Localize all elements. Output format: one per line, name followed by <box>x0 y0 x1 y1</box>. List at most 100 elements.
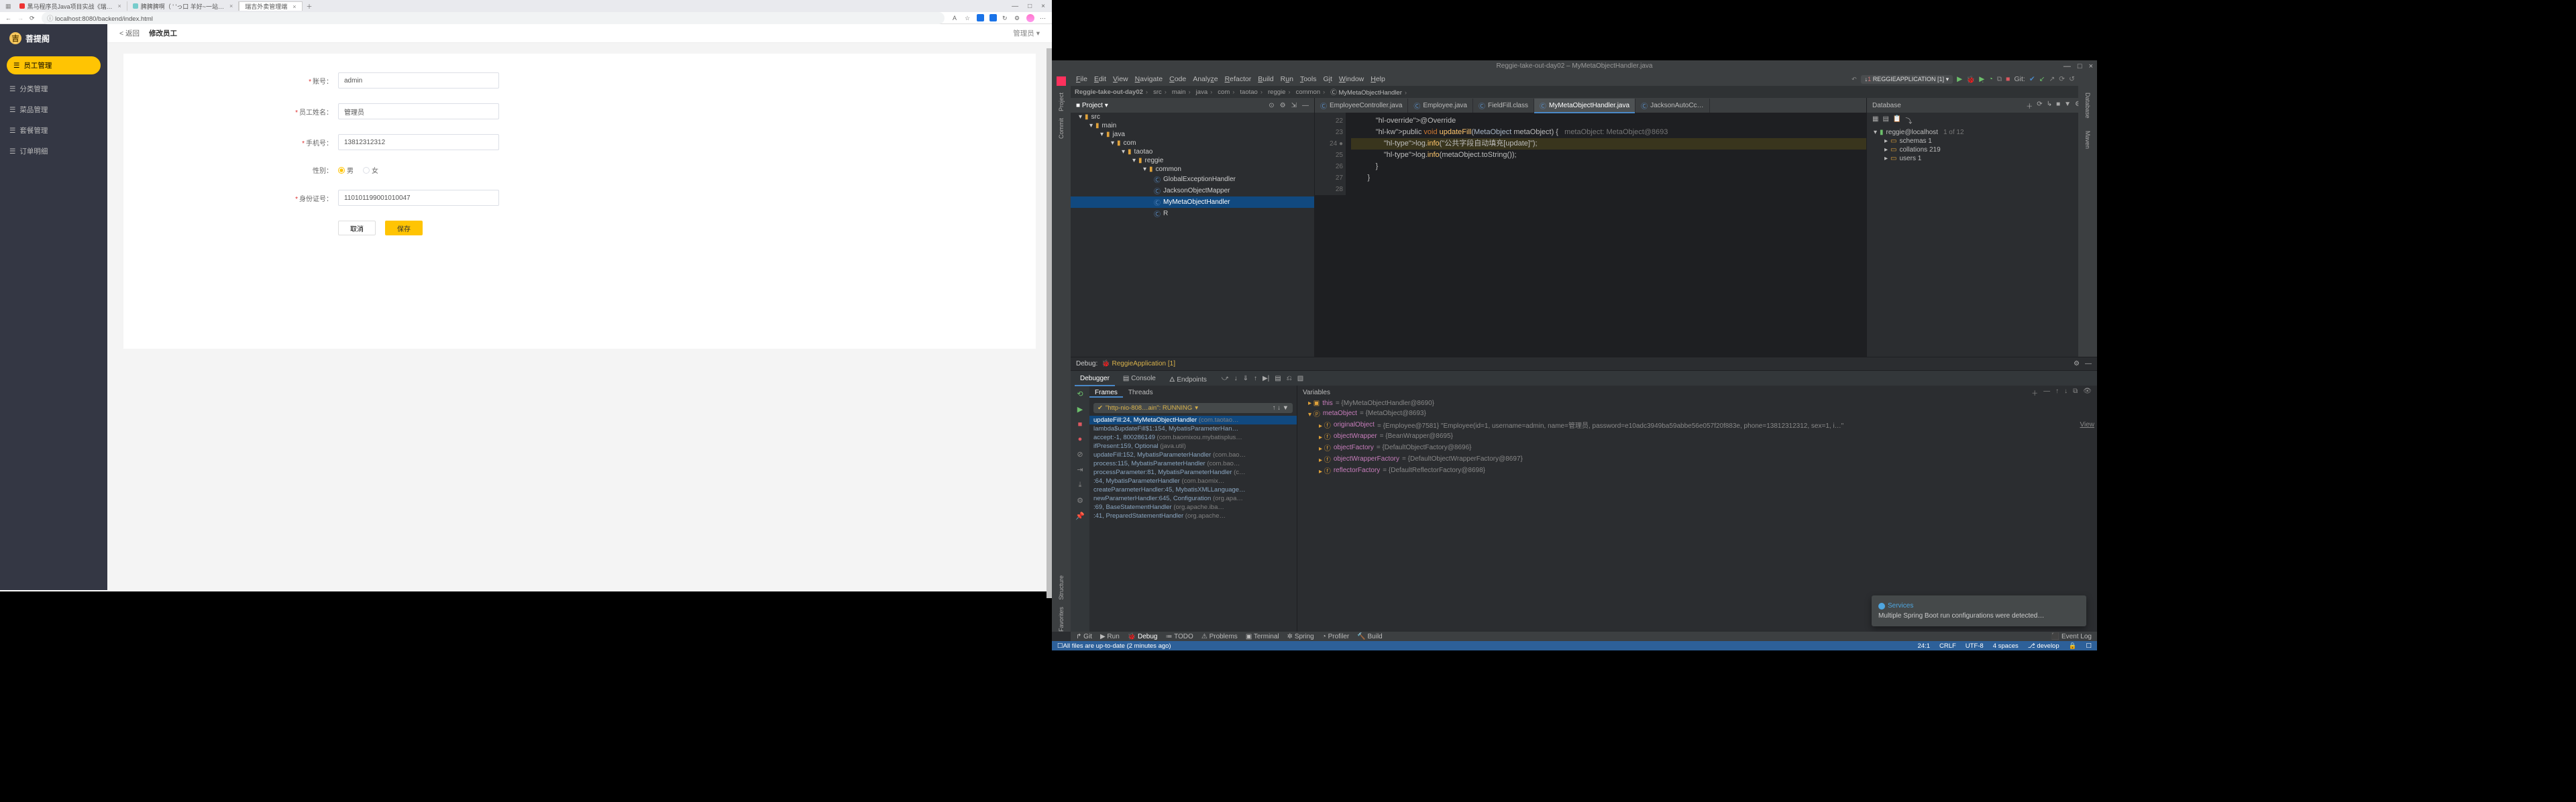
db-filter-icon[interactable]: ▼ <box>2064 101 2071 111</box>
bt-debug[interactable]: 🐞 Debug <box>1128 633 1158 640</box>
variable-row[interactable]: ▸ ⓕ originalObject = {Employee@7581} "Em… <box>1297 419 2097 431</box>
down-icon[interactable]: ↓ <box>2064 388 2068 398</box>
db-refresh-icon[interactable]: ⟳ <box>2037 101 2042 111</box>
bt-run[interactable]: ▶ Run <box>1100 633 1120 640</box>
menu-edit[interactable]: Edit <box>1094 75 1106 83</box>
status-lock[interactable]: 🔒 <box>2069 642 2077 650</box>
status-caret[interactable]: 24:1 <box>1917 642 1930 650</box>
crumb-root[interactable]: Reggie-take-out-day02 <box>1075 89 1150 96</box>
tree-node[interactable]: Ⓒ GlobalExceptionHandler <box>1071 174 1314 185</box>
menu-icon[interactable]: ⋯ <box>1040 15 1046 21</box>
step-over-icon[interactable]: ⤻ <box>1222 375 1229 382</box>
frame-row[interactable]: updateFill:152, MybatisParameterHandler … <box>1089 451 1297 459</box>
ext-1-icon[interactable] <box>977 14 984 21</box>
project-tree[interactable]: ■ Project ▾ ⊙ ⚙ ⇲ — ▾ ▮ src▾ ▮ main▾ ▮ j… <box>1071 98 1315 357</box>
remove-watch-icon[interactable]: — <box>2043 388 2050 398</box>
close-window-icon[interactable]: × <box>1041 3 1045 10</box>
debug-icon[interactable]: 🐞 <box>1966 75 1975 84</box>
frame-row[interactable]: processParameter:81, MybatisParameterHan… <box>1089 468 1297 477</box>
db-schemas[interactable]: ▸ ▭ schemas 1 <box>1872 137 2092 146</box>
stop-icon[interactable]: ■ <box>1078 420 1083 428</box>
variable-row[interactable]: ▸ ▣ this = {MyMetaObjectHandler@8690} <box>1297 399 2097 408</box>
reload-icon[interactable]: ⟳ <box>30 15 36 21</box>
menu-build[interactable]: Build <box>1258 75 1273 83</box>
settings-icon[interactable]: ⚙ <box>1014 15 1021 21</box>
menu-window[interactable]: Window <box>1339 75 1364 83</box>
vcs-push-icon[interactable]: ↙ <box>2039 75 2045 83</box>
forward-icon[interactable]: → <box>17 15 24 21</box>
frame-row[interactable]: :69, BaseStatementHandler (org.apache.ib… <box>1089 503 1297 512</box>
db-add-icon[interactable]: ＋ <box>2026 101 2033 111</box>
name-input[interactable] <box>338 103 499 119</box>
maven-tool[interactable]: Maven <box>2084 131 2091 149</box>
maximize-icon[interactable]: □ <box>2078 60 2082 72</box>
sync-icon[interactable]: ↻ <box>1002 15 1009 21</box>
rerun-icon[interactable]: ⟲ <box>1077 390 1083 398</box>
browser-tab-2[interactable]: 瑞吉外卖管理端× <box>239 1 302 11</box>
tree-node[interactable]: Ⓒ JacksonObjectMapper <box>1071 185 1314 196</box>
bt-spring[interactable]: ✲ Spring <box>1287 633 1314 640</box>
variable-row[interactable]: ▾ ⓟ metaObject = {MetaObject@8693} <box>1297 408 2097 419</box>
frame-row[interactable]: newParameterHandler:645, Configuration (… <box>1089 494 1297 503</box>
menu-navigate[interactable]: Navigate <box>1135 75 1163 83</box>
event-log[interactable]: ⬛ Event Log <box>2051 633 2092 640</box>
avatar-icon[interactable] <box>1026 14 1034 22</box>
view-bp-icon[interactable]: ● <box>1078 435 1083 443</box>
idcard-input[interactable] <box>338 190 499 206</box>
ext-2-icon[interactable] <box>989 14 997 21</box>
tab-console[interactable]: ▤ Console <box>1118 373 1161 384</box>
frame-row[interactable]: createParameterHandler:45, MybatisXMLLan… <box>1089 485 1297 494</box>
menu-git[interactable]: Git <box>1323 75 1332 83</box>
step-into-icon[interactable]: ↓ <box>1234 375 1238 382</box>
sidebar-item-order[interactable]: ☰订单明细 <box>0 141 107 162</box>
menu-tools[interactable]: Tools <box>1300 75 1317 83</box>
sidebar-item-dish[interactable]: ☰菜品管理 <box>0 99 107 120</box>
radio-male[interactable]: 男 <box>338 165 354 175</box>
status-le[interactable]: CRLF <box>1939 642 1956 650</box>
tree-node[interactable]: ▾ ▮ com <box>1071 139 1314 148</box>
profile-icon[interactable]: ◔ <box>1988 75 1992 83</box>
editor-tab-active[interactable]: ⒸMyMetaObjectHandler.java <box>1534 99 1635 113</box>
variable-row[interactable]: ▸ ⓕ objectWrapperFactory = {DefaultObjec… <box>1297 453 2097 465</box>
save-button[interactable]: 保存 <box>385 221 423 235</box>
bt-todo[interactable]: ≔ TODO <box>1165 633 1193 640</box>
get-thread-icon[interactable]: ⇥ <box>1077 465 1083 474</box>
vcs-branch-icon[interactable]: ↺ <box>2069 75 2075 83</box>
frame-row[interactable]: accept:-1, 800286149 (com.baomixou.mybat… <box>1089 433 1297 442</box>
vcs-rollback-icon[interactable]: ⟳ <box>2059 75 2065 83</box>
bt-terminal[interactable]: ▣ Terminal <box>1246 633 1279 640</box>
status-branch[interactable]: ⎇ develop <box>2028 642 2059 650</box>
editor-tab[interactable]: ⒸJacksonAutoCc… <box>1635 99 1709 113</box>
hide-icon[interactable]: — <box>1302 102 1309 109</box>
menu-analyze[interactable]: Analyze <box>1193 75 1218 83</box>
dbg-gear-icon[interactable]: ⚙ <box>2074 360 2080 367</box>
tree-node[interactable]: Ⓒ MyMetaObjectHandler <box>1071 196 1314 208</box>
status-indent[interactable]: 4 spaces <box>1993 642 2019 650</box>
menu-refactor[interactable]: Refactor <box>1225 75 1252 83</box>
close-icon[interactable]: × <box>2089 60 2093 72</box>
menu-file[interactable]: File <box>1076 75 1087 83</box>
translate-icon[interactable]: Aあ <box>953 15 959 21</box>
db-users[interactable]: ▸ ▭ users 1 <box>1872 154 2092 163</box>
notification-popup[interactable]: Services Multiple Spring Boot run config… <box>1872 595 2086 626</box>
attach-icon[interactable]: ⧉ <box>1997 75 2002 84</box>
vcs-update-icon[interactable]: ✔ <box>2029 75 2035 83</box>
back-button[interactable]: < 返回 <box>119 28 140 38</box>
run-icon[interactable]: ▶ <box>1957 75 1962 83</box>
sidebar-item-employee[interactable]: ☰员工管理 <box>7 56 101 74</box>
settings-icon[interactable]: ⚙ <box>1077 496 1083 505</box>
frame-row[interactable]: process:115, MybatisParameterHandler (co… <box>1089 459 1297 468</box>
tree-node[interactable]: ▾ ▮ common <box>1071 165 1314 174</box>
menu-view[interactable]: View <box>1113 75 1128 83</box>
variable-row[interactable]: ▸ ⓕ objectFactory = {DefaultObjectFactor… <box>1297 442 2097 453</box>
browser-tab-0[interactable]: 黑马程序员Java项目实战《瑞…× <box>14 1 127 11</box>
db-tool-icon[interactable]: 📋 <box>1893 115 1901 125</box>
tab-endpoints[interactable]: 🜂 Endpoints <box>1164 369 1212 388</box>
step-out-icon[interactable]: ↑ <box>1254 375 1257 382</box>
trace-icon[interactable]: ⎌ <box>1287 375 1292 382</box>
browser-tab-1[interactable]: 脾脾脾啊（ ' 'っ口 羊好~一站…× <box>127 1 239 11</box>
commit-tool[interactable]: Commit <box>1058 118 1065 139</box>
select-file-icon[interactable]: ⊙ <box>1269 102 1274 109</box>
tree-node[interactable]: ▾ ▮ src <box>1071 113 1314 121</box>
stop-icon[interactable]: ■ <box>2006 75 2010 83</box>
